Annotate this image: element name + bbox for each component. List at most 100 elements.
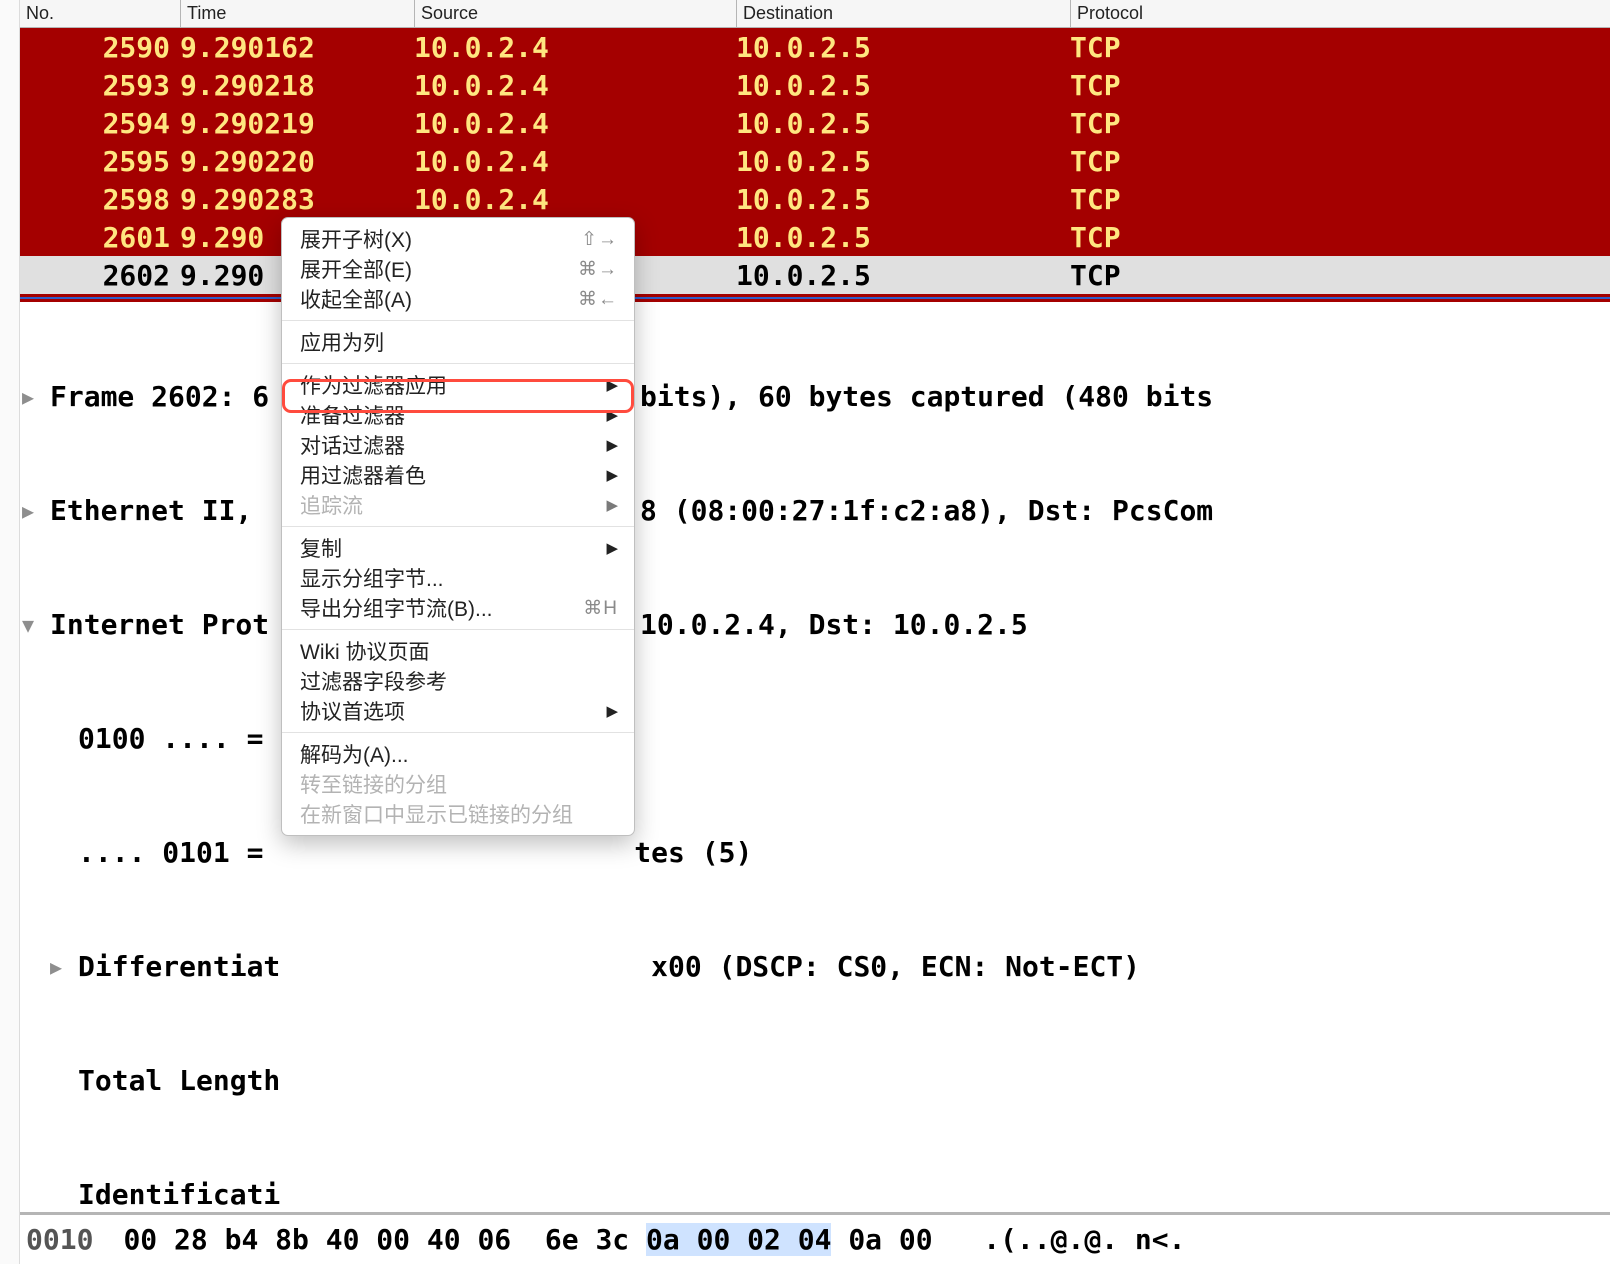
tree-item[interactable]: Total Length xyxy=(20,1062,1610,1100)
menu-separator xyxy=(282,526,634,527)
menu-separator xyxy=(282,363,634,364)
hex-view[interactable]: 0010 00 28 b4 8b 40 00 40 06 6e 3c 0a 00… xyxy=(20,1212,1610,1264)
cell-dst: 10.0.2.5 xyxy=(736,183,1070,216)
menu-label: Wiki 协议页面 xyxy=(300,636,430,666)
cell-no: 2590 xyxy=(20,31,180,64)
cell-dst: 10.0.2.5 xyxy=(736,107,1070,140)
cell-proto: TCP xyxy=(1070,145,1610,178)
cell-proto: TCP xyxy=(1070,259,1610,292)
menu-expand-subtree[interactable]: 展开子树(X) ⇧→ xyxy=(282,224,634,254)
menu-show-packet-bytes[interactable]: 显示分组字节... xyxy=(282,563,634,593)
cell-src: 10.0.2.4 xyxy=(414,69,736,102)
submenu-arrow-icon: ▶ xyxy=(606,436,618,454)
cell-proto: TCP xyxy=(1070,31,1610,64)
menu-shortcut: ⇧→ xyxy=(581,228,618,251)
tree-frame[interactable]: ▶Frame 2602: 6 bits), 60 bytes captured … xyxy=(20,378,1610,416)
cell-no: 2595 xyxy=(20,145,180,178)
submenu-arrow-icon: ▶ xyxy=(606,466,618,484)
cell-no: 2601 xyxy=(20,221,180,254)
menu-prepare-filter[interactable]: 准备过滤器 ▶ xyxy=(282,400,634,430)
pane-divider[interactable] xyxy=(20,294,1610,302)
cell-src: 10.0.2.4 xyxy=(414,31,736,64)
menu-expand-all[interactable]: 展开全部(E)⌘→ xyxy=(282,254,634,284)
menu-label: 应用为列 xyxy=(300,327,384,357)
cell-proto: TCP xyxy=(1070,69,1610,102)
col-header-destination[interactable]: Destination xyxy=(736,0,1070,27)
menu-export-packet-bytes[interactable]: 导出分组字节流(B)...⌘H xyxy=(282,593,634,623)
menu-label: 用过滤器着色 xyxy=(300,460,426,490)
menu-label: 展开子树(X) xyxy=(300,224,412,254)
cell-proto: TCP xyxy=(1070,221,1610,254)
menu-label: 作为过滤器应用 xyxy=(300,370,447,400)
menu-label: 追踪流 xyxy=(300,490,363,520)
menu-label: 准备过滤器 xyxy=(300,400,405,430)
menu-copy[interactable]: 复制 ▶ xyxy=(282,533,634,563)
menu-apply-as-filter[interactable]: 作为过滤器应用 ▶ xyxy=(282,370,634,400)
menu-show-linked: 在新窗口中显示已链接的分组 xyxy=(282,799,634,829)
packet-row[interactable]: 2594 9.290219 10.0.2.4 10.0.2.5 TCP xyxy=(20,104,1610,142)
menu-colorize-filter[interactable]: 用过滤器着色 ▶ xyxy=(282,460,634,490)
cell-src: 10.0.2.4 xyxy=(414,145,736,178)
col-header-protocol[interactable]: Protocol xyxy=(1070,0,1610,27)
menu-label: 复制 xyxy=(300,533,342,563)
menu-conversation-filter[interactable]: 对话过滤器▶ xyxy=(282,430,634,460)
col-header-no[interactable]: No. xyxy=(20,0,180,27)
menu-apply-column[interactable]: 应用为列 xyxy=(282,327,634,357)
tree-expander-icon[interactable]: ▶ xyxy=(22,378,50,416)
tree-expander-icon[interactable]: ▶ xyxy=(22,492,50,530)
packet-row[interactable]: 2593 9.290218 10.0.2.4 10.0.2.5 TCP xyxy=(20,66,1610,104)
packet-row[interactable]: 2595 9.290220 10.0.2.4 10.0.2.5 TCP xyxy=(20,142,1610,180)
menu-decode-as[interactable]: 解码为(A)... xyxy=(282,739,634,769)
cell-no: 2593 xyxy=(20,69,180,102)
tree-item[interactable]: .... 0101 = tes (5) xyxy=(20,834,1610,872)
tree-expander-icon[interactable]: ▶ xyxy=(50,948,78,986)
hex-ascii: .(..@.@. n<. xyxy=(933,1223,1186,1256)
tree-ethernet[interactable]: ▶Ethernet II, 8 (08:00:27:1f:c2:a8), Dst… xyxy=(20,492,1610,530)
cell-dst: 10.0.2.5 xyxy=(736,221,1070,254)
menu-shortcut: ⌘H xyxy=(583,597,618,620)
cell-time: 9.290283 xyxy=(180,183,414,216)
tree-item[interactable]: 0100 .... = xyxy=(20,720,1610,758)
packet-row[interactable]: 2601 9.290 10.0.2.5 TCP xyxy=(20,218,1610,256)
tree-ip[interactable]: ▼Internet Prot 10.0.2.4, Dst: 10.0.2.5 xyxy=(20,606,1610,644)
packet-list-header: No. Time Source Destination Protocol xyxy=(20,0,1610,28)
tree-item[interactable]: ▶Differentiat x00 (DSCP: CS0, ECN: Not-E… xyxy=(20,948,1610,986)
menu-filter-field-ref[interactable]: 过滤器字段参考 xyxy=(282,666,634,696)
hex-bytes-selected: 0a 00 02 04 xyxy=(646,1223,831,1256)
context-menu: 展开子树(X) ⇧→ 展开全部(E)⌘→ 收起全部(A)⌘← 应用为列 作为过滤器… xyxy=(281,217,635,836)
packet-row-selected[interactable]: 2602 9.290 10.0.2.5 TCP xyxy=(20,256,1610,294)
menu-separator xyxy=(282,629,634,630)
menu-wiki-protocol[interactable]: Wiki 协议页面 xyxy=(282,636,634,666)
packet-list[interactable]: 2590 9.290162 10.0.2.4 10.0.2.5 TCP 2593… xyxy=(20,28,1610,302)
menu-follow-stream: 追踪流 ▶ xyxy=(282,490,634,520)
submenu-arrow-icon: ▶ xyxy=(606,496,618,514)
packet-details-tree[interactable]: ▶Frame 2602: 6 bits), 60 bytes captured … xyxy=(20,302,1610,1264)
menu-label: 转至链接的分组 xyxy=(300,769,447,799)
menu-collapse-all[interactable]: 收起全部(A)⌘← xyxy=(282,284,634,314)
packet-row[interactable]: 2590 9.290162 10.0.2.4 10.0.2.5 TCP xyxy=(20,28,1610,66)
col-header-source[interactable]: Source xyxy=(414,0,736,27)
menu-separator xyxy=(282,732,634,733)
cell-time: 9.290219 xyxy=(180,107,414,140)
tree-text: Differentiat x00 (DSCP: CS0, ECN: Not-EC… xyxy=(78,950,1140,983)
tree-expander-icon[interactable]: ▼ xyxy=(22,606,50,644)
left-gutter xyxy=(0,0,20,1264)
submenu-arrow-icon: ▶ xyxy=(606,406,618,424)
cell-no: 2602 xyxy=(20,259,180,292)
menu-label: 过滤器字段参考 xyxy=(300,666,447,696)
cell-dst: 10.0.2.5 xyxy=(736,259,1070,292)
tree-item[interactable]: Identificati xyxy=(20,1176,1610,1214)
cell-proto: TCP xyxy=(1070,183,1610,216)
submenu-arrow-icon: ▶ xyxy=(606,376,618,394)
packet-row[interactable]: 2598 9.290283 10.0.2.4 10.0.2.5 TCP xyxy=(20,180,1610,218)
menu-label: 在新窗口中显示已链接的分组 xyxy=(300,799,573,829)
submenu-arrow-icon: ▶ xyxy=(606,539,618,557)
menu-label: 展开全部(E) xyxy=(300,254,412,284)
menu-label: 收起全部(A) xyxy=(300,284,412,314)
col-header-time[interactable]: Time xyxy=(180,0,414,27)
cell-time: 9.290162 xyxy=(180,31,414,64)
submenu-arrow-icon: ▶ xyxy=(606,702,618,720)
menu-separator xyxy=(282,320,634,321)
cell-time: 9.290220 xyxy=(180,145,414,178)
menu-protocol-prefs[interactable]: 协议首选项▶ xyxy=(282,696,634,726)
